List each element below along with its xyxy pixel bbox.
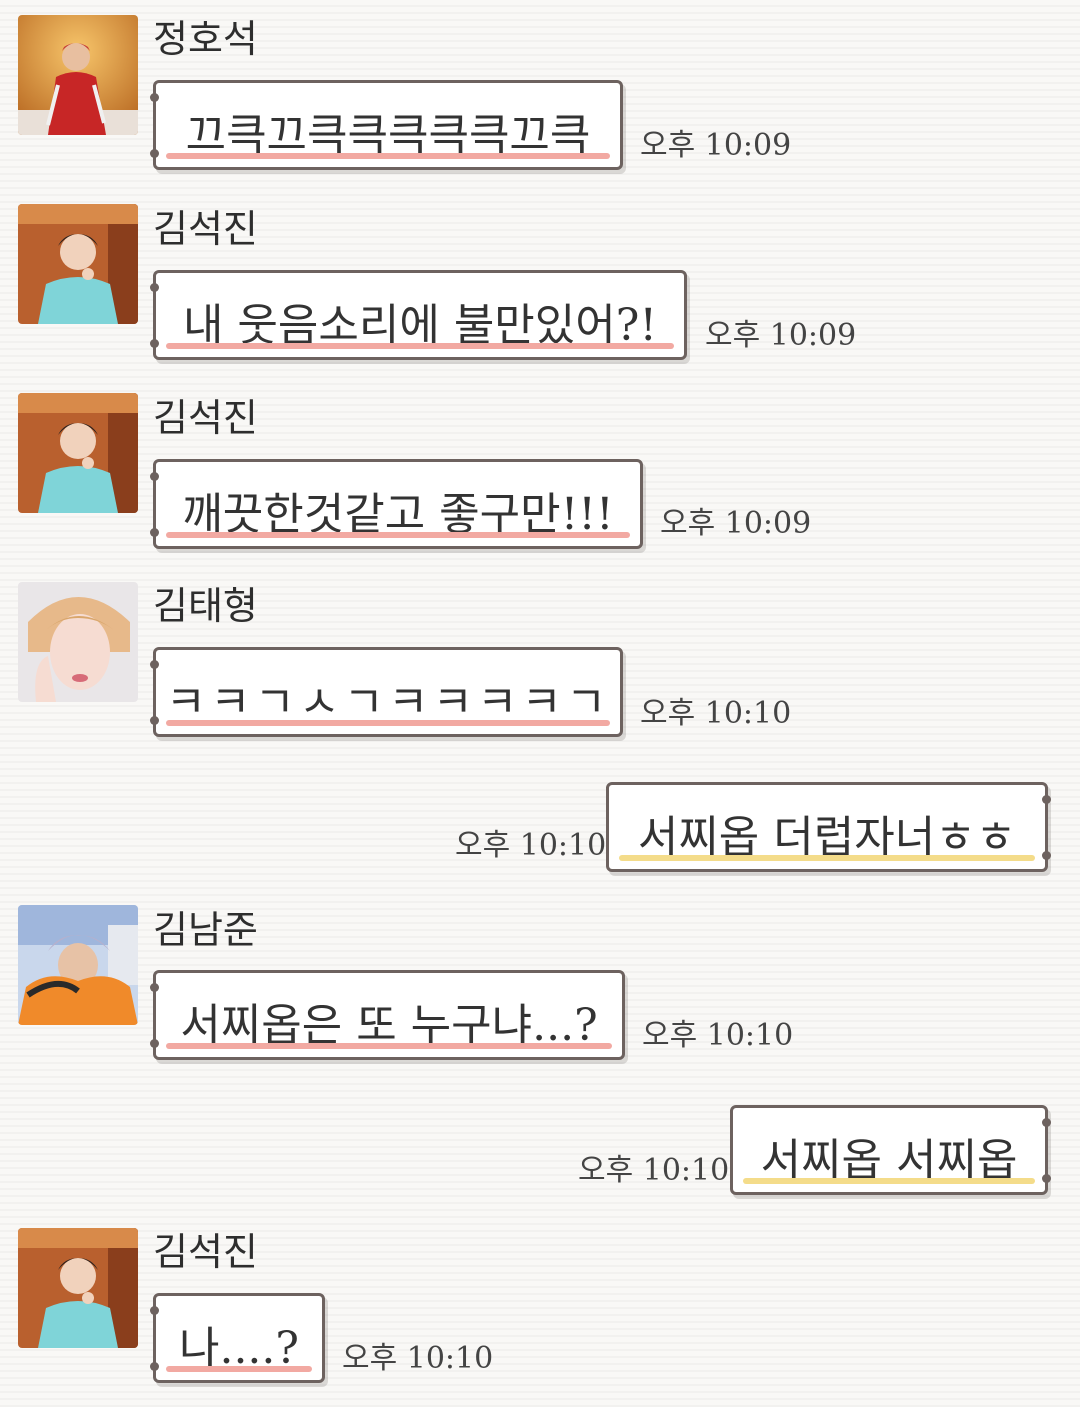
avatar-seokjin[interactable] (18, 204, 138, 324)
avatar-hoseok[interactable] (18, 15, 138, 135)
highlight-underline (166, 532, 630, 538)
highlight-underline (619, 855, 1035, 861)
highlight-underline (166, 153, 610, 159)
sender-name: 김석진 (153, 207, 258, 251)
sender-name: 김태형 (153, 584, 258, 628)
message-bubble[interactable]: 깨끗한것같고 좋구만!!! (150, 459, 643, 549)
avatar-namjoon[interactable] (18, 905, 138, 1025)
message-bubble[interactable]: 서찌옵은 또 누구냐...? (150, 970, 625, 1060)
highlight-underline (166, 343, 674, 349)
message-time: 오후 10:10 (342, 1341, 494, 1376)
highlight-underline (743, 1178, 1035, 1184)
my-message-bubble[interactable]: 서찌옵 더럽자너ㅎㅎ (606, 782, 1051, 872)
avatar-taehyung[interactable] (18, 582, 138, 702)
my-message-bubble[interactable]: 서찌옵 서찌옵 (730, 1105, 1051, 1195)
sender-name: 김남준 (153, 908, 258, 952)
message-time: 오후 10:10 (642, 1018, 794, 1053)
sender-name: 정호석 (153, 17, 258, 61)
highlight-underline (166, 720, 610, 726)
message-time: 오후 10:10 (455, 828, 607, 863)
avatar-seokjin[interactable] (18, 393, 138, 513)
message-bubble[interactable]: 끄큭끄큭큭큭큭큭끄큭 (150, 80, 623, 170)
highlight-underline (166, 1366, 312, 1372)
message-bubble[interactable]: ㅋㅋㄱㅅㄱㅋㅋㅋㅋㄱ (150, 647, 623, 737)
message-bubble[interactable]: 내 웃음소리에 불만있어?! (150, 270, 687, 360)
message-time: 오후 10:10 (578, 1153, 730, 1188)
chat-log: 정호석 끄큭끄큭큭큭큭큭끄큭 오후 10:09 김석진 내 웃음소리에 불만있어… (0, 0, 1080, 1407)
avatar-seokjin[interactable] (18, 1228, 138, 1348)
message-bubble[interactable]: 나....? (150, 1293, 325, 1383)
message-time: 오후 10:10 (640, 696, 792, 731)
message-time: 오후 10:09 (705, 318, 857, 353)
message-time: 오후 10:09 (640, 128, 792, 163)
sender-name: 김석진 (153, 396, 258, 440)
message-time: 오후 10:09 (660, 506, 812, 541)
highlight-underline (166, 1043, 612, 1049)
sender-name: 김석진 (153, 1230, 258, 1274)
